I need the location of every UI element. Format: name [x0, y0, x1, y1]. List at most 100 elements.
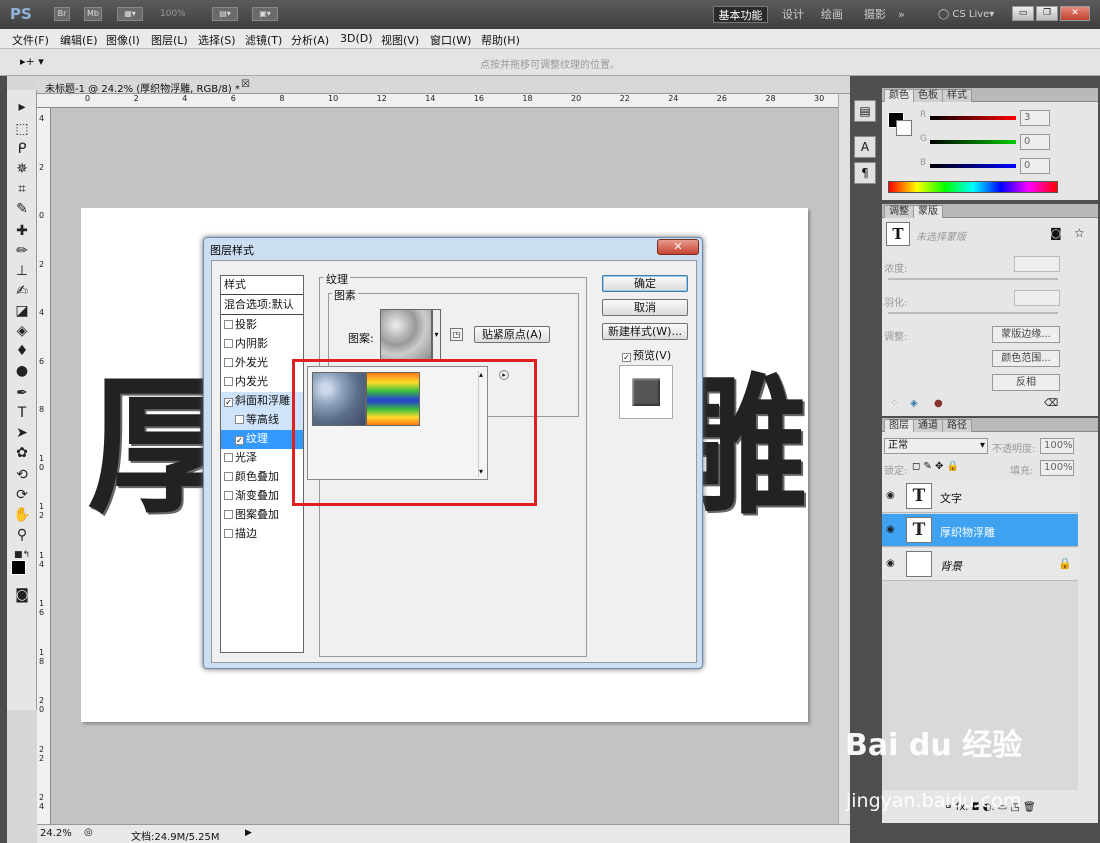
style-satin[interactable]: 光泽: [221, 449, 303, 468]
restore-button[interactable]: ❐: [1036, 6, 1058, 21]
menu-filter[interactable]: 滤镜(T): [245, 32, 282, 48]
tab-swatches[interactable]: 色板: [913, 89, 943, 102]
mask-edge-button[interactable]: 蒙版边缘...: [992, 326, 1060, 343]
marquee-tool-icon[interactable]: ⬚: [10, 120, 34, 138]
tab-channels[interactable]: 通道: [913, 419, 943, 432]
channel-b-value[interactable]: 0: [1020, 158, 1050, 174]
ok-button[interactable]: 确定: [602, 275, 688, 292]
close-window-button[interactable]: ✕: [1060, 6, 1090, 21]
status-menu-arrow[interactable]: ▶: [245, 828, 252, 838]
menu-analysis[interactable]: 分析(A): [291, 32, 329, 48]
zoom-tool-icon[interactable]: ⚲: [10, 526, 34, 544]
new-style-button[interactable]: 新建样式(W)...: [602, 323, 688, 340]
history-panel-icon[interactable]: ▤: [854, 100, 876, 122]
style-bevel-emboss[interactable]: ✓ 斜面和浮雕: [221, 392, 303, 411]
pattern-picker-arrow[interactable]: ▾: [432, 309, 441, 361]
invert-button[interactable]: 反相: [992, 374, 1060, 391]
blending-options-header[interactable]: 混合选项:默认: [221, 296, 303, 315]
panel-background-swatch[interactable]: [896, 120, 912, 136]
checkbox[interactable]: [224, 320, 233, 329]
workspace-essentials[interactable]: 基本功能: [713, 6, 768, 23]
workspace-painting[interactable]: 绘画: [821, 6, 843, 23]
checkbox[interactable]: [224, 377, 233, 386]
clone-stamp-icon[interactable]: ⊥: [10, 262, 34, 280]
screen-mode-icon[interactable]: ▣▾: [252, 7, 278, 21]
apply-mask-icon[interactable]: ◈: [910, 398, 918, 409]
checkbox[interactable]: [224, 453, 233, 462]
checkbox[interactable]: [224, 339, 233, 348]
eraser-icon[interactable]: ◪: [10, 302, 34, 320]
blend-mode-select[interactable]: 正常 ▾: [884, 438, 988, 454]
pattern-picker-swatch[interactable]: [380, 309, 432, 361]
style-inner-shadow[interactable]: 内阴影: [221, 335, 303, 354]
menu-file[interactable]: 文件(F): [12, 32, 49, 48]
color-range-button[interactable]: 颜色范围...: [992, 350, 1060, 367]
eyedropper-icon[interactable]: ✎: [10, 200, 34, 218]
foreground-color-swatch[interactable]: [11, 560, 26, 575]
channel-r-slider[interactable]: [930, 116, 1016, 120]
delete-mask-icon[interactable]: ⌫: [1044, 398, 1058, 409]
style-outer-glow[interactable]: 外发光: [221, 354, 303, 373]
workspace-more[interactable]: »: [898, 6, 905, 23]
magic-wand-icon[interactable]: ✵: [10, 160, 34, 178]
channel-r-value[interactable]: 3: [1020, 110, 1050, 126]
document-tab[interactable]: 未标题-1 @ 24.2% (厚织物浮雕, RGB/8) * ☒: [37, 79, 850, 95]
cslive-button[interactable]: ◯ CS Live▾: [938, 6, 994, 23]
style-inner-glow[interactable]: 内发光: [221, 373, 303, 392]
color-spectrum-bar[interactable]: [888, 181, 1058, 193]
path-select-icon[interactable]: ➤: [10, 424, 34, 442]
checkbox[interactable]: [235, 415, 244, 424]
type-tool-icon[interactable]: T: [10, 404, 34, 422]
channel-g-slider[interactable]: [930, 140, 1016, 144]
new-preset-icon[interactable]: ◳: [450, 328, 463, 341]
tab-masks[interactable]: 蒙版: [913, 205, 943, 218]
move-tool-icon[interactable]: ▸: [10, 98, 34, 116]
dodge-tool-icon[interactable]: ●: [10, 362, 34, 380]
cancel-button[interactable]: 取消: [602, 299, 688, 316]
menu-help[interactable]: 帮助(H): [481, 32, 520, 48]
eye-icon[interactable]: ◉: [886, 558, 900, 570]
style-pattern-overlay[interactable]: 图案叠加: [221, 506, 303, 525]
add-vector-mask-icon[interactable]: ☆: [1074, 226, 1085, 240]
hand-tool-icon[interactable]: ✋: [10, 506, 34, 524]
status-zoom[interactable]: 24.2%: [40, 828, 72, 839]
checkbox[interactable]: [224, 472, 233, 481]
checkbox[interactable]: [224, 358, 233, 367]
layer-row[interactable]: ◉ T 厚织物浮雕: [882, 514, 1078, 547]
opacity-field[interactable]: 100%: [1040, 438, 1074, 454]
workspace-photography[interactable]: 摄影: [864, 6, 886, 23]
blur-tool-icon[interactable]: ♦: [10, 342, 34, 360]
3d-rotate-icon[interactable]: ⟲: [10, 466, 34, 484]
close-document-icon[interactable]: ☒: [241, 79, 250, 90]
style-texture[interactable]: ✓ 纹理: [221, 430, 303, 449]
canvas-vertical-scrollbar[interactable]: [838, 94, 850, 824]
layer-row[interactable]: ◉ T 文字: [882, 480, 1078, 513]
minimize-button[interactable]: ▭: [1012, 6, 1034, 21]
tab-layers[interactable]: 图层: [884, 419, 914, 432]
quick-mask-icon[interactable]: ◙: [10, 586, 34, 604]
menu-window[interactable]: 窗口(W): [430, 32, 471, 48]
menu-select[interactable]: 选择(S): [198, 32, 236, 48]
paragraph-panel-icon[interactable]: ¶: [854, 162, 876, 184]
menu-image[interactable]: 图像(I): [106, 32, 140, 48]
dialog-close-button[interactable]: ✕: [657, 239, 699, 255]
checkbox-checked[interactable]: ✓: [224, 398, 233, 407]
menu-3d[interactable]: 3D(D): [340, 32, 373, 45]
eye-icon[interactable]: ◉: [886, 490, 900, 502]
channel-b-slider[interactable]: [930, 164, 1016, 168]
style-color-overlay[interactable]: 颜色叠加: [221, 468, 303, 487]
workspace-design[interactable]: 设计: [782, 6, 804, 23]
view-extras-icon[interactable]: ▦▾: [117, 7, 143, 21]
tab-color[interactable]: 颜色: [884, 89, 914, 102]
3d-orbit-icon[interactable]: ⟳: [10, 486, 34, 504]
menu-edit[interactable]: 编辑(E): [60, 32, 98, 48]
eye-icon[interactable]: ◉: [886, 524, 900, 536]
layer-row[interactable]: ◉ 背景 🔒: [882, 548, 1078, 581]
tab-paths[interactable]: 路径: [942, 419, 972, 432]
checkbox[interactable]: [224, 529, 233, 538]
lock-icons[interactable]: ◻ ✎ ✥ 🔒: [912, 461, 959, 472]
preview-checkbox[interactable]: ✓ 预览(V): [622, 347, 671, 363]
healing-brush-icon[interactable]: ✚: [10, 222, 34, 240]
style-gradient-overlay[interactable]: 渐变叠加: [221, 487, 303, 506]
disable-mask-icon[interactable]: ●: [934, 398, 943, 409]
